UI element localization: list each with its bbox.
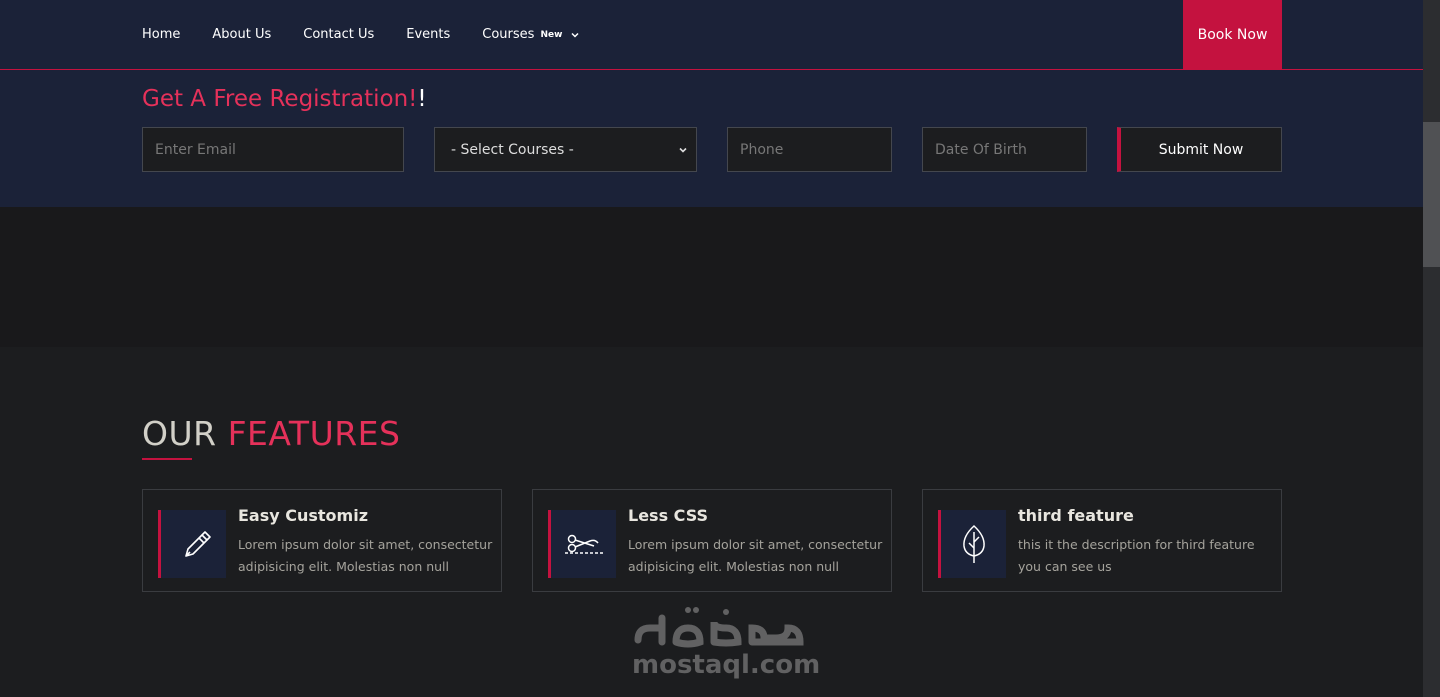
features-heading: OUR FEATURES xyxy=(142,414,400,453)
feature-title: Easy Customiz xyxy=(238,506,369,525)
chevron-down-icon xyxy=(679,147,687,153)
feature-description: Lorem ipsum dolor sit amet, consectetur … xyxy=(628,537,883,574)
phone-field[interactable]: Phone xyxy=(727,127,892,172)
email-field[interactable]: Enter Email xyxy=(142,127,404,172)
watermark-logo: mostaql.com xyxy=(632,598,821,688)
features-heading-main: OUR xyxy=(142,414,217,453)
nav-events-label: Events xyxy=(406,27,451,42)
heading-underline xyxy=(142,458,192,460)
email-placeholder: Enter Email xyxy=(155,141,236,158)
registration-section: Get A Free Registration!! Enter Email - … xyxy=(0,70,1423,207)
feature-title: third feature xyxy=(1018,506,1134,525)
feature-card: Less CSS Lorem ipsum dolor sit amet, con… xyxy=(532,489,892,592)
scissors-cut-icon xyxy=(564,534,603,554)
page: Home About Us Contact Us Events Courses … xyxy=(0,0,1423,697)
dob-placeholder: Date Of Birth xyxy=(935,141,1027,158)
scrollbar-thumb[interactable] xyxy=(1423,122,1440,267)
pen-icon xyxy=(184,531,211,557)
courses-select[interactable]: - Select Courses - xyxy=(434,127,697,172)
new-badge: New xyxy=(540,29,563,40)
feature-icon-box xyxy=(548,510,616,578)
mostaql-logo-icon xyxy=(634,607,804,648)
book-now-button[interactable]: Book Now xyxy=(1183,0,1282,69)
feature-title: Less CSS xyxy=(628,506,709,525)
registration-title-exclamation: ! xyxy=(417,86,427,112)
submit-now-button[interactable]: Submit Now xyxy=(1117,127,1282,172)
nav-contact-link[interactable]: Contact Us xyxy=(303,27,374,42)
feature-card: Easy Customiz Lorem ipsum dolor sit amet… xyxy=(142,489,502,592)
chevron-down-icon xyxy=(571,32,579,38)
feature-description: this it the description for third featur… xyxy=(1018,537,1255,574)
nav-links: Home About Us Contact Us Events Courses … xyxy=(142,0,612,69)
feature-card: third feature this it the description fo… xyxy=(922,489,1282,592)
date-of-birth-field[interactable]: Date Of Birth xyxy=(922,127,1087,172)
registration-title-text: Get A Free Registration! xyxy=(142,86,418,112)
nav-home-link[interactable]: Home xyxy=(142,27,180,42)
scrollbar-track[interactable] xyxy=(1423,0,1440,697)
feature-icon-box xyxy=(938,510,1006,578)
section-divider-band xyxy=(0,207,1423,347)
courses-select-value: - Select Courses - xyxy=(451,141,574,158)
phone-placeholder: Phone xyxy=(740,141,784,158)
features-heading-accent: FEATURES xyxy=(227,414,401,453)
top-navbar: Home About Us Contact Us Events Courses … xyxy=(0,0,1423,70)
nav-events-link[interactable]: Events xyxy=(406,27,450,42)
feature-icon-box xyxy=(158,510,226,578)
nav-courses-label: Courses xyxy=(482,27,535,42)
leaf-icon xyxy=(962,524,985,563)
nav-contact-label: Contact Us xyxy=(303,27,375,42)
nav-about-link[interactable]: About Us xyxy=(212,27,271,42)
nav-courses-dropdown[interactable]: Courses New xyxy=(482,27,580,42)
watermark-text: mostaql.com xyxy=(632,650,821,680)
registration-title: Get A Free Registration!! xyxy=(142,86,427,112)
nav-home-label: Home xyxy=(142,27,181,42)
nav-about-label: About Us xyxy=(212,27,272,42)
feature-description: Lorem ipsum dolor sit amet, consectetur … xyxy=(238,537,493,574)
